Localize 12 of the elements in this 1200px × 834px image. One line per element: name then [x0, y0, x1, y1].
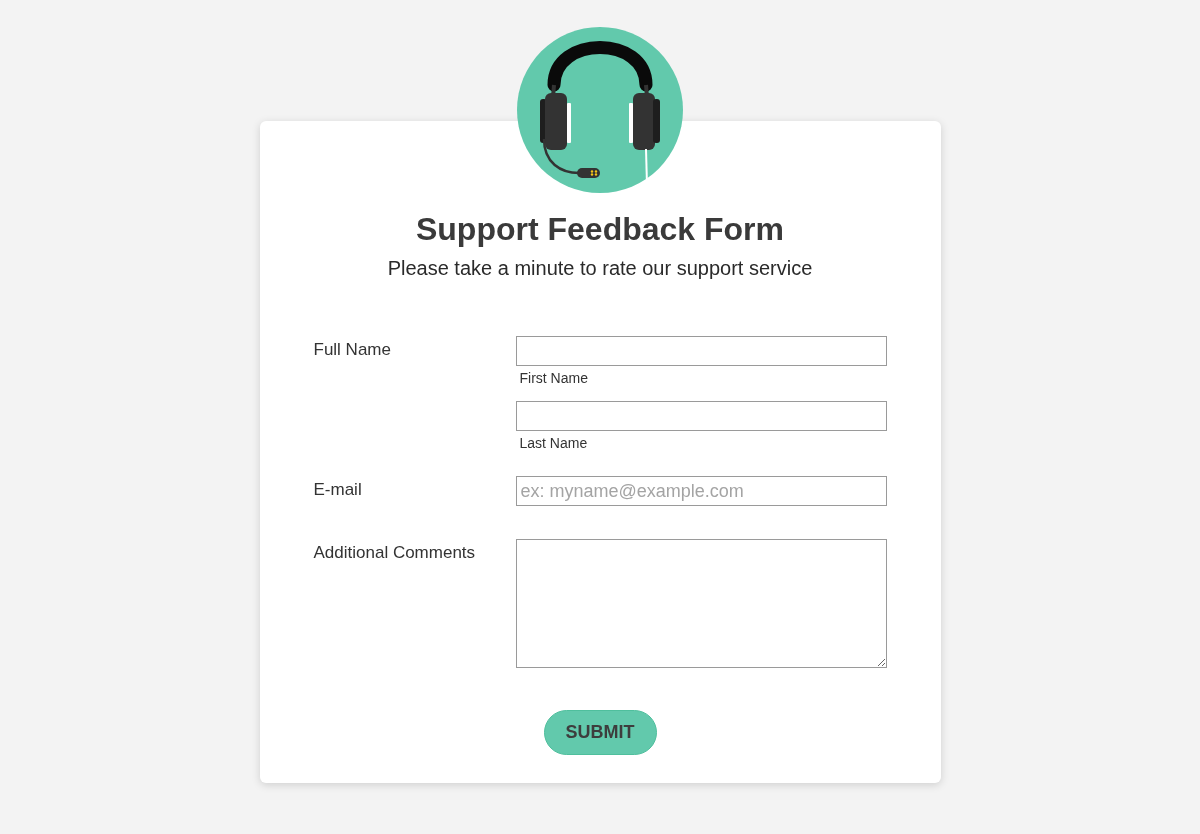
field-label: E-mail: [313, 479, 362, 500]
comments-textarea[interactable]: [515, 539, 887, 668]
submit-button[interactable]: SUBMIT: [543, 710, 657, 755]
field-label: Additional Comments: [313, 542, 476, 563]
form-title: Support Feedback Form: [414, 210, 785, 248]
field-label: Full Name: [313, 339, 391, 360]
field-caption: First Name: [519, 370, 588, 387]
name-input[interactable]: [515, 401, 887, 431]
field-caption: Last Name: [519, 435, 588, 452]
email-input[interactable]: ex: myname@example.com: [515, 476, 887, 506]
form-subtitle: Please take a minute to rate our support service: [386, 256, 814, 280]
name-input[interactable]: [515, 336, 887, 366]
